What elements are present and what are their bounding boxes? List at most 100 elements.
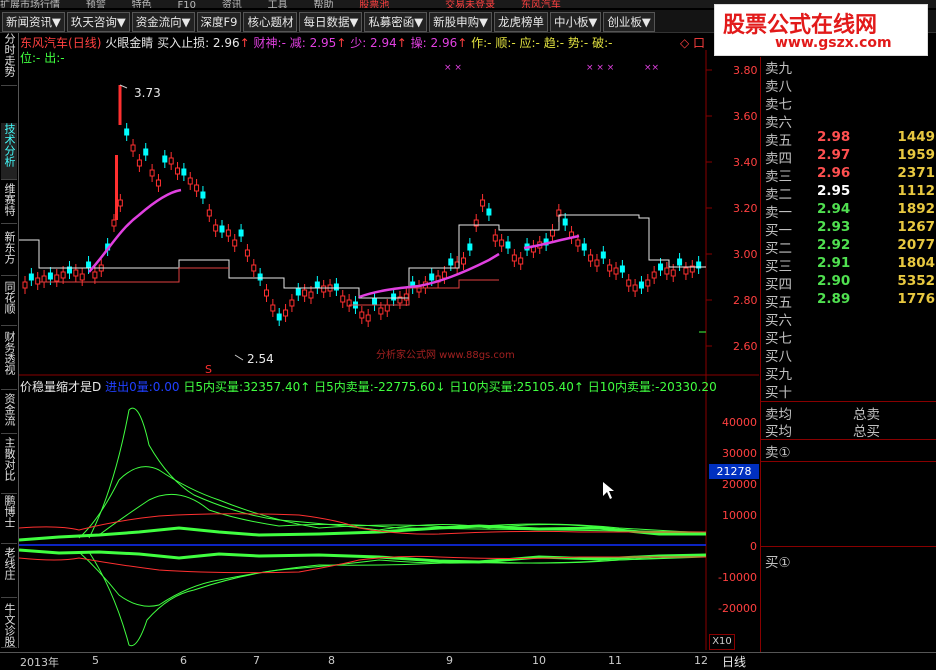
- side-tab-technical[interactable]: 技术分析: [1, 123, 17, 180]
- cao-value: 操: 2.96: [410, 36, 458, 50]
- zoom-x10[interactable]: X10: [709, 634, 735, 650]
- menu-core-topic[interactable]: 核心题材: [243, 12, 298, 32]
- menu-sme-board[interactable]: 中小板▼: [550, 12, 602, 32]
- candle-body: [378, 307, 384, 315]
- quote-volume: 1112: [897, 183, 935, 199]
- divider: [761, 546, 936, 547]
- candle-body: [365, 314, 371, 322]
- candle-body: [613, 267, 619, 275]
- menu-private-letter[interactable]: 私募密函▼: [364, 12, 428, 32]
- menu-gem-board[interactable]: 创业板▼: [603, 12, 655, 32]
- vol-indicator-name[interactable]: 价稳量缩才是D: [20, 380, 101, 394]
- divider: [761, 461, 936, 462]
- side-tab-compare[interactable]: 主散对比: [1, 437, 17, 494]
- candle-body: [124, 128, 130, 136]
- top-menu-9[interactable]: 东风汽车: [521, 0, 561, 8]
- candle-body: [143, 148, 149, 156]
- side-tab-4[interactable]: 新东方: [1, 231, 17, 276]
- buy-level-empty[interactable]: 买十: [763, 381, 936, 401]
- candle-body: [219, 225, 225, 233]
- menu-deep-f9[interactable]: 深度F9: [196, 12, 242, 32]
- sell-level[interactable]: 卖一 2.94 1892: [763, 201, 936, 221]
- avg-sell-row: 卖均 总卖: [763, 403, 936, 423]
- top-menu-6[interactable]: 帮助: [313, 0, 333, 8]
- buy-queue-marker[interactable]: 买①: [763, 551, 936, 571]
- buy-level[interactable]: 买五 2.89 1776: [763, 291, 936, 311]
- volume-tick: 40000: [722, 416, 757, 429]
- side-tab-5[interactable]: 同花顺: [1, 281, 17, 326]
- sell-level[interactable]: 卖二 2.95 1112: [763, 183, 936, 203]
- sell-level-empty[interactable]: 卖九: [763, 57, 936, 77]
- sell-level[interactable]: 卖四 2.97 1959: [763, 147, 936, 167]
- top-menu-8[interactable]: 交易未登录: [445, 0, 495, 8]
- period-tab[interactable]: 日线: [722, 653, 746, 670]
- top-menu-1[interactable]: 预警: [86, 0, 106, 8]
- buy-level-empty[interactable]: 买六: [763, 309, 936, 329]
- indicator-name[interactable]: 火眼金睛: [105, 36, 153, 50]
- x-tick-5: 5: [92, 654, 99, 667]
- sell-queue-marker[interactable]: 卖①: [763, 441, 936, 461]
- top-menu-7[interactable]: 股票池: [359, 0, 389, 8]
- candle-body: [136, 159, 142, 167]
- chart-tag[interactable]: ◇ 口: [680, 34, 705, 51]
- candle-body: [225, 229, 231, 237]
- side-tab-pengbo[interactable]: 鹏博士: [1, 495, 17, 544]
- candle-body: [626, 279, 632, 287]
- menu-fund-flow[interactable]: 资金流向▼: [131, 12, 195, 32]
- candle-body: [683, 267, 689, 275]
- candle-body: [391, 293, 397, 301]
- candle-body: [619, 265, 625, 273]
- side-tab-diagnose[interactable]: 牛文诊股: [1, 603, 17, 648]
- side-tab-finance[interactable]: 财务透视: [1, 331, 17, 390]
- volume-highlight: 21278: [709, 464, 759, 479]
- buy-level-empty[interactable]: 买八: [763, 345, 936, 365]
- sell-level[interactable]: 卖三 2.96 2371: [763, 165, 936, 185]
- x-tick-8: 8: [328, 654, 335, 667]
- quote-volume: 1892: [897, 201, 935, 217]
- menu-jiutian[interactable]: 玖天咨询▼: [66, 12, 130, 32]
- top-menu-5[interactable]: 工具: [268, 0, 288, 8]
- candle-body: [22, 281, 28, 289]
- side-tab-3[interactable]: 维赛特: [1, 183, 17, 224]
- side-tab-laoxian[interactable]: 老线庄: [1, 547, 17, 598]
- buy-level-empty[interactable]: 买七: [763, 327, 936, 347]
- top-menu-0[interactable]: 扩展市场行情: [0, 0, 60, 8]
- candle-body: [670, 269, 676, 277]
- top-menu-2[interactable]: 特色: [132, 0, 152, 8]
- menu-news[interactable]: 新闻资讯▼: [2, 12, 65, 32]
- quote-label: 卖七: [765, 97, 792, 113]
- sell-level-empty[interactable]: 卖七: [763, 93, 936, 113]
- top-menu-3[interactable]: F10: [177, 0, 195, 8]
- top-menu-4[interactable]: 资讯: [222, 0, 242, 8]
- sell-level-empty[interactable]: 卖六: [763, 111, 936, 131]
- buy-level-empty[interactable]: 买九: [763, 363, 936, 383]
- quote-label: 卖九: [765, 61, 792, 77]
- menu-ipo[interactable]: 新股申购▼: [429, 12, 492, 32]
- candle-body: [384, 304, 390, 312]
- menu-daily-data[interactable]: 每日数据▼: [299, 12, 363, 32]
- buy-level[interactable]: 买三 2.91 1804: [763, 255, 936, 275]
- candle-body: [448, 258, 454, 266]
- side-tab-intraday[interactable]: 分时走势: [1, 33, 17, 86]
- candle-body: [187, 177, 193, 185]
- candle-body: [257, 273, 263, 281]
- price-tick: 3.20: [733, 202, 758, 215]
- high-label: 3.73: [134, 86, 161, 100]
- buy-level[interactable]: 买一 2.93 1267: [763, 219, 936, 239]
- sell-level-empty[interactable]: 卖八: [763, 75, 936, 95]
- candle-body: [314, 281, 320, 289]
- menu-dragon-tiger[interactable]: 龙虎榜单: [494, 12, 548, 32]
- stock-name[interactable]: 东风汽车: [20, 36, 68, 50]
- candle-body: [79, 273, 85, 281]
- candle-body: [677, 258, 683, 266]
- avg-buy-row-label: 买均: [765, 424, 792, 440]
- low-label: 2.54: [247, 352, 274, 366]
- x-tick-7: 7: [253, 654, 260, 667]
- sell-level[interactable]: 卖五 2.98 1449: [763, 129, 936, 149]
- candle-body: [47, 272, 53, 280]
- price-tick: 2.60: [733, 340, 758, 353]
- buy-level[interactable]: 买四 2.90 5352: [763, 273, 936, 293]
- side-tab-fund[interactable]: 资金流: [1, 393, 17, 434]
- candle-body: [505, 241, 511, 249]
- buy-level[interactable]: 买二 2.92 2077: [763, 237, 936, 257]
